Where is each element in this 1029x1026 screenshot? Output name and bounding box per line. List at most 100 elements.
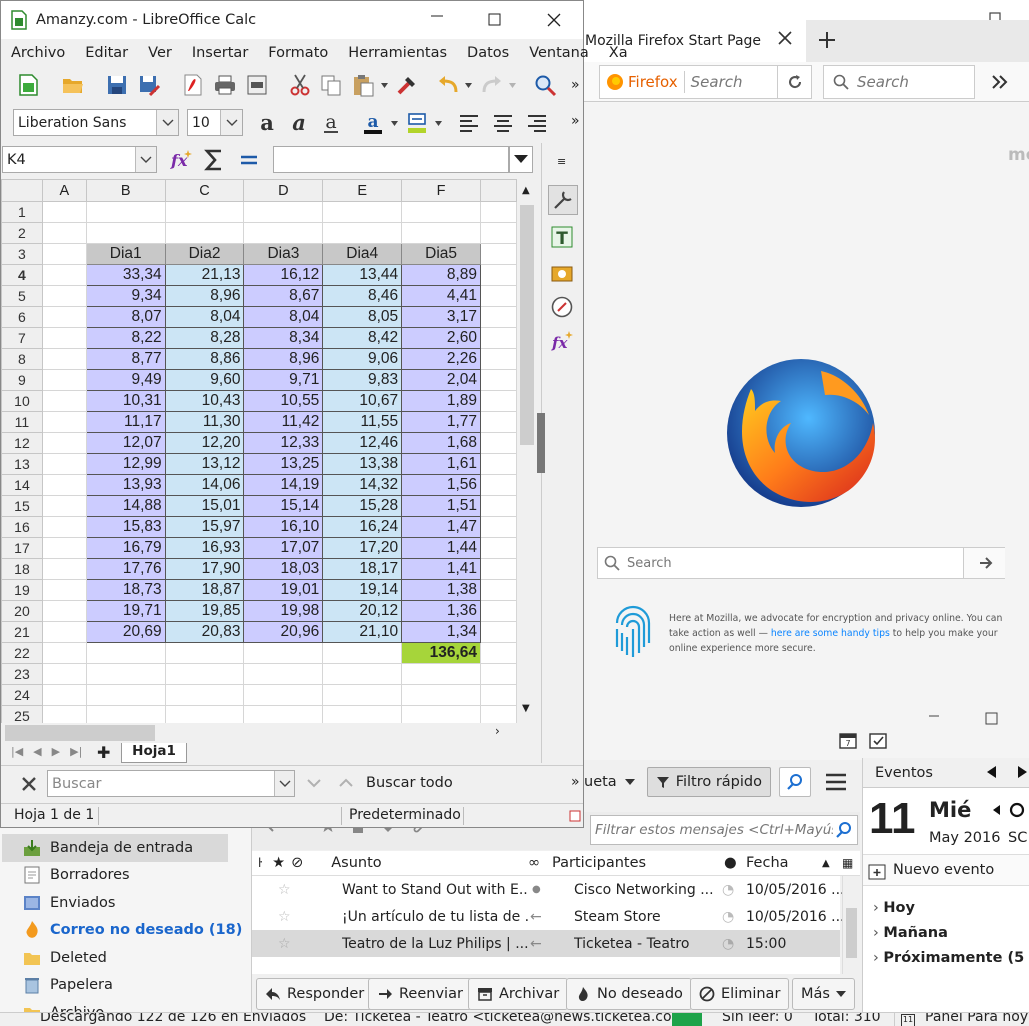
cell[interactable] bbox=[41, 411, 87, 433]
overflow-chevron-icon[interactable] bbox=[991, 74, 1009, 90]
search-input[interactable]: Search bbox=[857, 73, 909, 91]
find-input[interactable]: Buscar bbox=[47, 770, 295, 797]
maximize-icon[interactable] bbox=[985, 712, 998, 725]
cell[interactable] bbox=[41, 558, 87, 580]
sheet-table[interactable]: A B C D E F 1 2 3 Dia1 Dia2 Dia3 Dia4 Dia5 4 33,34 21,13… bbox=[1, 179, 517, 727]
tab-close-icon[interactable] bbox=[777, 30, 793, 46]
row-header[interactable]: 10 bbox=[1, 390, 43, 412]
data-cell[interactable]: 9,34 bbox=[85, 285, 166, 307]
junk-column-icon[interactable]: ● bbox=[724, 855, 737, 871]
cell[interactable] bbox=[164, 222, 245, 244]
column-header[interactable]: E bbox=[322, 179, 403, 202]
row-header[interactable]: 17 bbox=[1, 537, 43, 559]
quick-filter-button[interactable]: Filtro rápido bbox=[646, 767, 771, 797]
cell[interactable] bbox=[480, 201, 517, 223]
prev-week-icon[interactable] bbox=[991, 804, 1001, 816]
sidebar-collapse-handle[interactable] bbox=[537, 413, 545, 473]
data-cell[interactable]: 10,43 bbox=[164, 390, 245, 412]
cell[interactable] bbox=[41, 390, 87, 412]
data-cell[interactable]: 10,31 bbox=[85, 390, 166, 412]
data-cell[interactable]: 3,17 bbox=[401, 306, 482, 328]
row-header[interactable]: 7 bbox=[1, 327, 43, 349]
data-cell[interactable]: 17,90 bbox=[164, 558, 245, 580]
tasks-tab-icon[interactable] bbox=[868, 730, 888, 750]
close-icon[interactable] bbox=[547, 13, 561, 27]
cell[interactable] bbox=[243, 663, 324, 685]
corner-cell[interactable] bbox=[1, 179, 43, 202]
archive-button[interactable]: Archivar bbox=[468, 978, 569, 1010]
row-header[interactable]: 1 bbox=[1, 201, 43, 223]
data-cell[interactable]: 17,20 bbox=[322, 537, 403, 559]
save-icon[interactable] bbox=[105, 73, 129, 97]
data-cell[interactable]: 20,12 bbox=[322, 600, 403, 622]
column-picker-icon[interactable]: ▦ bbox=[842, 856, 853, 870]
cell[interactable] bbox=[480, 243, 517, 265]
cell[interactable] bbox=[41, 663, 87, 685]
formula-equals-icon[interactable] bbox=[237, 148, 261, 172]
scroll-down-icon[interactable]: ▼ bbox=[522, 703, 530, 714]
data-cell[interactable]: 17,76 bbox=[85, 558, 166, 580]
cell[interactable] bbox=[480, 558, 517, 580]
data-cell[interactable]: 20,83 bbox=[164, 621, 245, 643]
message-row[interactable]: ☆ ¡Un artículo de tu lista de ... ← Stea… bbox=[252, 903, 845, 930]
cell[interactable] bbox=[480, 369, 517, 391]
undo-dropdown-icon[interactable] bbox=[465, 83, 472, 88]
copy-icon[interactable] bbox=[319, 73, 343, 97]
italic-icon[interactable]: a bbox=[287, 111, 311, 135]
cell[interactable] bbox=[41, 201, 87, 223]
cell[interactable] bbox=[41, 432, 87, 454]
today-circle-icon[interactable] bbox=[1009, 802, 1025, 818]
chevron-down-icon[interactable] bbox=[624, 778, 635, 786]
cell[interactable] bbox=[480, 432, 517, 454]
vertical-scrollbar[interactable]: ▲ ▼ bbox=[517, 179, 537, 723]
data-cell[interactable]: 16,93 bbox=[164, 537, 245, 559]
toolbar-overflow-icon[interactable]: » bbox=[571, 113, 580, 129]
read-dot-icon[interactable]: ● bbox=[532, 884, 541, 895]
data-cell[interactable]: 19,71 bbox=[85, 600, 166, 622]
export-pdf-icon[interactable] bbox=[181, 73, 205, 97]
row-header[interactable]: 24 bbox=[1, 684, 43, 706]
functions-tab-icon[interactable]: fx bbox=[550, 329, 574, 353]
column-subject[interactable]: Asunto bbox=[331, 855, 381, 871]
row-header[interactable]: 13 bbox=[1, 453, 43, 475]
data-cell[interactable]: 17,07 bbox=[243, 537, 324, 559]
status-page-style[interactable]: Predeterminado bbox=[349, 807, 461, 823]
font-color-dropdown-icon[interactable] bbox=[391, 121, 398, 126]
data-cell[interactable]: 1,41 bbox=[401, 558, 482, 580]
data-cell[interactable]: 8,07 bbox=[85, 306, 166, 328]
font-name-combobox[interactable]: Liberation Sans bbox=[13, 109, 179, 136]
sheet-nav-icons[interactable]: |◀ ◀ ▶ ▶| bbox=[11, 745, 82, 758]
junk-flame-icon[interactable]: ◔ bbox=[722, 909, 734, 925]
total-cell[interactable]: 136,64 bbox=[401, 642, 482, 664]
star-icon[interactable]: ☆ bbox=[278, 909, 291, 925]
thread-column-icon[interactable]: ŀ bbox=[258, 856, 262, 870]
maximize-icon[interactable] bbox=[488, 13, 501, 26]
data-cell[interactable]: 11,17 bbox=[85, 411, 166, 433]
font-color-icon[interactable]: a bbox=[361, 111, 385, 135]
header-cell[interactable]: Dia4 bbox=[322, 243, 403, 265]
clone-formatting-icon[interactable] bbox=[395, 73, 419, 97]
redo-icon[interactable] bbox=[479, 73, 503, 97]
data-cell[interactable]: 14,32 bbox=[322, 474, 403, 496]
cell[interactable] bbox=[480, 411, 517, 433]
data-cell[interactable]: 8,67 bbox=[243, 285, 324, 307]
data-cell[interactable]: 8,86 bbox=[164, 348, 245, 370]
reply-arrow-icon[interactable]: ← bbox=[530, 936, 542, 952]
scroll-right-icon[interactable]: › bbox=[495, 724, 500, 738]
vertical-scroll-thumb[interactable] bbox=[520, 205, 534, 445]
data-cell[interactable]: 16,10 bbox=[243, 516, 324, 538]
cell[interactable] bbox=[480, 390, 517, 412]
data-cell[interactable]: 11,42 bbox=[243, 411, 324, 433]
data-cell[interactable]: 1,61 bbox=[401, 453, 482, 475]
more-button[interactable]: Más bbox=[792, 978, 855, 1010]
junk-button[interactable]: No deseado bbox=[566, 978, 692, 1010]
navigator-tab-icon[interactable] bbox=[550, 295, 574, 319]
agenda-upcoming[interactable]: › Próximamente (5 días) bbox=[873, 946, 1029, 971]
menu-datos[interactable]: Datos bbox=[467, 45, 509, 61]
filter-messages-input[interactable]: Filtrar estos mensajes <Ctrl+Mayús+ bbox=[590, 815, 858, 845]
align-left-icon[interactable] bbox=[457, 111, 481, 135]
message-list-scrollbar[interactable] bbox=[842, 876, 860, 974]
align-right-icon[interactable] bbox=[525, 111, 549, 135]
font-size-combobox[interactable]: 10 bbox=[187, 109, 243, 136]
data-cell[interactable]: 19,01 bbox=[243, 579, 324, 601]
